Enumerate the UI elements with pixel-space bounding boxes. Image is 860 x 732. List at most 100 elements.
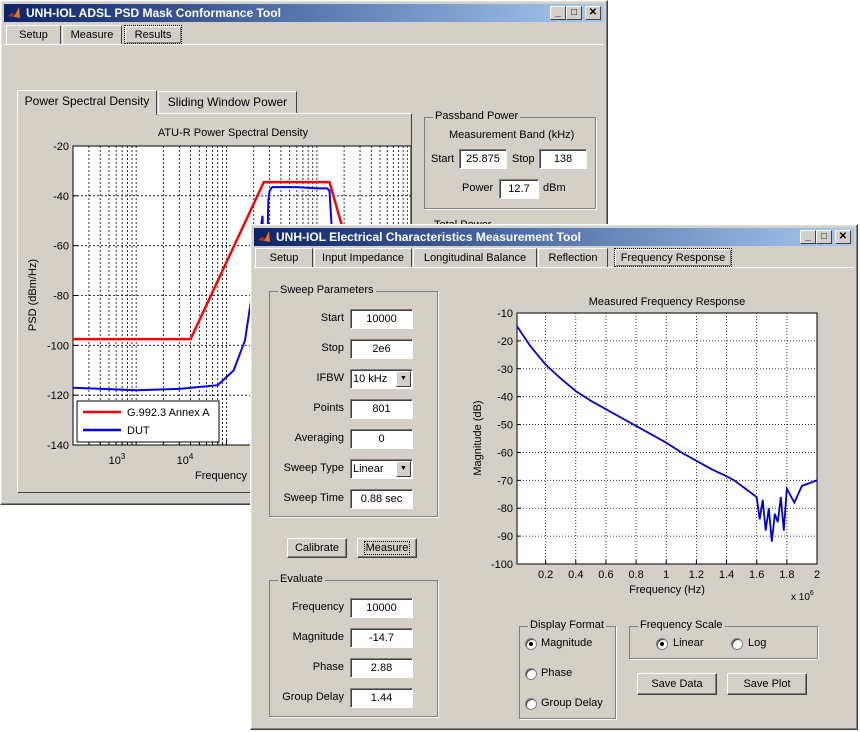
fr-y-tick-label: -20 [497,336,513,348]
fr-x-tick-label: 0.4 [568,569,583,581]
tab-sliding-window-power[interactable]: Sliding Window Power [158,91,297,113]
minimize-icon[interactable]: _ [800,230,816,244]
fr-y-tick-label: -80 [497,503,513,515]
radio-log-label: Log [748,637,767,649]
radio-group-delay[interactable] [525,698,537,710]
tab-input-impedance[interactable]: Input Impedance [314,248,412,267]
fr-x-tick-label: 1.8 [779,569,794,581]
fr-y-tick-label: -50 [497,420,513,432]
frequency-response-chart: Measured Frequency Response 0.2 0.4 0.6 0.8… [472,296,820,603]
sweep-type-label: Sweep Type [283,462,344,474]
fr-x-tick-label: 1.6 [749,569,764,581]
sweep-type-select[interactable]: Linear ▼ [350,459,413,479]
psd-x-tick-10e3: 103 [109,452,126,467]
calibrate-button[interactable]: Calibrate [287,538,347,558]
sweep-parameters-title: Sweep Parameters [278,284,376,296]
fr-y-tick-labels: -10 -20 -30 -40 -50 -60 -70 -80 -90 -100 [491,308,513,571]
sweep-type-value: Linear [353,463,384,475]
matlab-logo-icon [258,231,270,242]
maximize-icon[interactable]: □ [816,230,832,244]
psd-x-label: Frequency ( [195,470,254,482]
chevron-down-icon[interactable]: ▼ [396,371,411,387]
tab-divider [254,267,854,268]
eval-frequency-field[interactable]: 10000 [350,598,413,618]
close-icon[interactable]: ✕ [835,230,851,244]
fr-y-tick-label: -90 [497,531,513,543]
points-field[interactable]: 801 [350,399,413,419]
fr-x-tick-label: 1.4 [719,569,734,581]
psd-y-tick-label: -140 [47,440,69,452]
measurement-window-titlebar[interactable]: UNH-IOL Electrical Characteristics Measu… [254,228,854,246]
display-format-group: Display Format Magnitude Phase Group Del… [519,619,616,719]
fr-x-label: Frequency (Hz) [629,584,705,596]
close-icon[interactable]: ✕ [585,6,601,20]
eval-frequency-label: Frequency [292,601,344,613]
radio-linear-label: Linear [673,637,704,649]
frequency-scale-title: Frequency Scale [638,619,725,631]
sweep-start-field[interactable]: 10000 [350,309,413,329]
save-data-button[interactable]: Save Data [637,673,717,695]
psd-legend: G.992.3 Annex A DUT [76,400,220,443]
fr-y-tick-label: -70 [497,475,513,487]
ifbw-label: IFBW [316,372,345,384]
sweep-start-label: Start [320,312,344,324]
fr-x-tick-label: 0.2 [538,569,553,581]
minimize-icon[interactable]: _ [550,6,566,20]
psd-y-tick-label: -40 [53,191,69,203]
averaging-label: Averaging [294,432,344,444]
sweep-time-field[interactable]: 0.88 sec [350,489,413,509]
tab-frequency-response[interactable]: Frequency Response [614,248,732,267]
eval-magnitude-label: Magnitude [292,631,344,643]
eval-group-delay-field[interactable]: 1.44 [350,688,413,708]
radio-phase[interactable] [525,668,537,680]
psd-y-tick-label: -60 [53,241,69,253]
passband-stop-label: Stop [512,153,535,165]
radio-log[interactable] [731,638,743,650]
ifbw-select[interactable]: 10 kHz ▼ [350,369,413,389]
ifbw-value: 10 kHz [353,373,388,385]
maximize-icon[interactable]: □ [566,6,582,20]
psd-window-titlebar[interactable]: UNH-IOL ADSL PSD Mask Conformance Tool _… [4,4,604,22]
fr-y-tick-label: -100 [491,559,513,571]
power-field[interactable]: 12.7 [499,179,539,199]
tab-longitudinal-balance[interactable]: Longitudinal Balance [413,248,537,267]
fr-x-tick-label: 1.2 [689,569,704,581]
sweep-stop-field[interactable]: 2e6 [350,339,413,359]
fr-x-tick-label: 2 [814,569,820,581]
passband-stop-field[interactable]: 138 [539,149,587,169]
passband-power-title: Passband Power [433,110,521,122]
tab-reflection[interactable]: Reflection [538,248,608,267]
frequency-scale-group: Frequency Scale Linear Log [629,619,818,659]
psd-y-tick-label: -80 [53,291,69,303]
eval-phase-label: Phase [312,661,344,673]
measure-button[interactable]: Measure [357,538,417,558]
sweep-stop-label: Stop [321,342,344,354]
fr-plot-area [516,312,818,565]
sweep-parameters-group: Sweep Parameters Start 10000 Stop 2e6 IF… [269,284,438,517]
tab-measure[interactable]: Measure [62,25,122,44]
radio-phase-label: Phase [541,667,573,679]
eval-phase-field[interactable]: 2.88 [350,658,413,678]
fr-x-tick-label: 0.8 [628,569,643,581]
radio-magnitude[interactable] [525,638,537,650]
fr-y-tick-label: -60 [497,447,513,459]
radio-linear[interactable] [656,638,668,650]
fr-y-tick-label: -10 [497,308,513,320]
passband-start-field[interactable]: 25.875 [459,149,507,169]
tab-setup[interactable]: Setup [255,248,313,267]
passband-start-label: Start [431,153,455,165]
tab-setup[interactable]: Setup [6,25,61,44]
radio-magnitude-label: Magnitude [541,637,593,649]
chevron-down-icon[interactable]: ▼ [396,461,411,477]
tab-power-spectral-density[interactable]: Power Spectral Density [17,90,157,115]
save-plot-button[interactable]: Save Plot [727,673,807,695]
fr-chart-title: Measured Frequency Response [589,296,746,308]
power-unit-label: dBm [543,182,566,194]
measurement-band-label: Measurement Band (kHz) [449,129,575,141]
psd-window-title: UNH-IOL ADSL PSD Mask Conformance Tool [26,6,281,20]
fr-y-tick-label: -40 [497,392,513,404]
tab-results[interactable]: Results [124,25,182,44]
eval-magnitude-field[interactable]: -14.7 [350,628,413,648]
averaging-field[interactable]: 0 [350,429,413,449]
evaluate-group: Evaluate Frequency 10000 Magnitude -14.7… [269,573,438,717]
